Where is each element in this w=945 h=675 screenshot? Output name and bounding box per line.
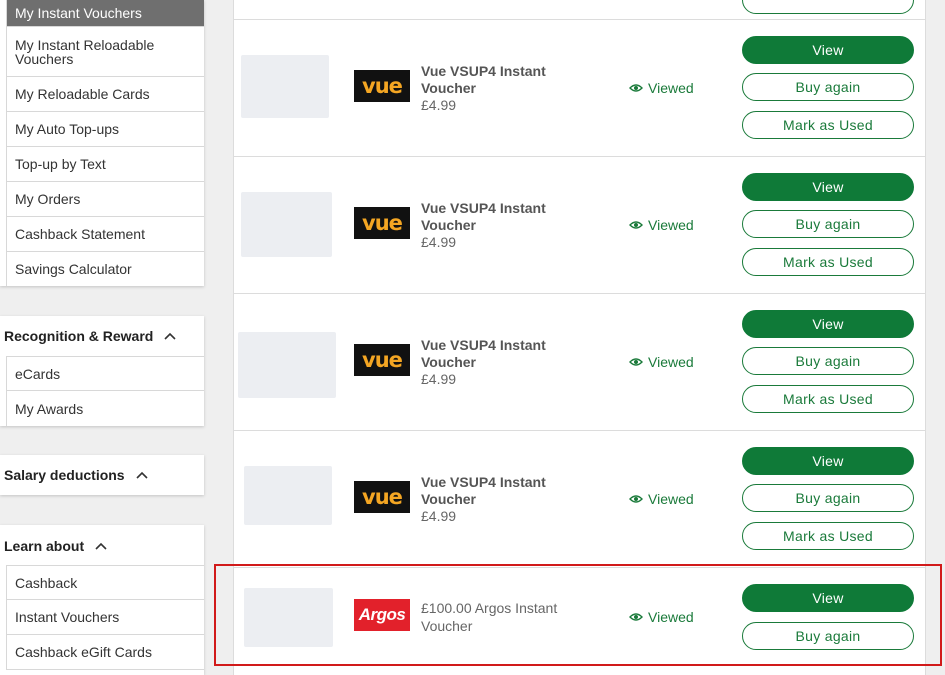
recognition-reward-header[interactable]: Recognition & Reward [4,316,204,356]
sidebar-item-label: Savings Calculator [15,261,132,277]
view-button[interactable]: View [742,447,914,475]
learn-about-header[interactable]: Learn about [4,525,204,567]
mark-used-button[interactable]: Mark as Used [742,111,914,139]
sidebar-item-my-instant-reloadable-vouchers[interactable]: My Instant Reloadable Vouchers [6,27,204,77]
account-menu: My Instant Vouchers My Instant Reloadabl… [0,0,204,286]
voucher-thumbnail [238,332,336,398]
sidebar-item-label: My Instant Vouchers [15,5,142,21]
sidebar-item-my-orders[interactable]: My Orders [6,182,204,217]
sidebar-item-ecards[interactable]: eCards [6,356,204,391]
eye-icon [629,221,643,229]
voucher-row-argos: Argos £100.00 Argos Instant Voucher View… [234,568,925,675]
viewed-status: Viewed [629,609,694,625]
chevron-up-icon [164,332,176,340]
voucher-list: vue Vue VSUP4 Instant Voucher £4.99 View… [233,0,926,675]
salary-deductions-header[interactable]: Salary deductions [4,455,204,495]
voucher-title: Vue VSUP4 Instant Voucher [421,474,546,507]
sidebar-item-my-reloadable-cards[interactable]: My Reloadable Cards [6,77,204,112]
eye-icon [629,495,643,503]
sidebar-item-label: Cashback eGift Cards [15,644,152,660]
buy-again-button[interactable]: Buy again [742,73,914,101]
vue-logo: vue [354,70,410,102]
voucher-thumbnail [241,55,329,118]
buy-again-button[interactable]: Buy again [742,347,914,375]
view-button[interactable]: View [742,310,914,338]
sidebar-item-cashback-egift-cards[interactable]: Cashback eGift Cards [6,635,204,670]
section-title: Learn about [4,538,85,554]
viewed-status: Viewed [629,354,694,370]
voucher-title: Vue VSUP4 Instant Voucher [421,63,546,96]
vue-logo: vue [354,207,410,239]
view-button[interactable]: View [742,173,914,201]
voucher-title: £100.00 Argos Instant Voucher [421,600,558,634]
section-title: Salary deductions [4,467,125,483]
sidebar-item-label: Instant Vouchers [15,609,120,625]
voucher-title: Vue VSUP4 Instant Voucher [421,337,546,370]
sidebar-item-label: My Orders [15,191,81,207]
voucher-price: £4.99 [421,508,457,524]
sidebar-item-cashback[interactable]: Cashback [6,565,204,600]
viewed-status: Viewed [629,491,694,507]
sidebar-item-my-awards[interactable]: My Awards [6,391,204,426]
sidebar-item-my-instant-vouchers[interactable]: My Instant Vouchers [6,0,204,27]
sidebar-item-instant-vouchers[interactable]: Instant Vouchers [6,600,204,635]
mark-used-button[interactable]: Mark as Used [742,385,914,413]
voucher-price: £4.99 [421,97,457,113]
section-title: Recognition & Reward [4,328,154,344]
mark-used-button[interactable]: Mark as Used [742,522,914,550]
viewed-status: Viewed [629,217,694,233]
view-button[interactable]: View [742,36,914,64]
salary-deductions-section: Salary deductions [0,455,204,495]
chevron-up-icon [95,542,107,550]
chevron-up-icon [136,471,148,479]
voucher-thumbnail [244,466,332,525]
voucher-row-partial [234,0,925,20]
vue-logo: vue [354,481,410,513]
sidebar-item-label: My Auto Top-ups [15,121,120,137]
recognition-reward-section: Recognition & Reward eCards My Awards [0,316,204,426]
voucher-thumbnail [244,588,333,647]
sidebar-item-label: Top-up by Text [15,156,106,172]
voucher-title: Vue VSUP4 Instant Voucher [421,200,546,233]
sidebar-item-my-auto-top-ups[interactable]: My Auto Top-ups [6,112,204,147]
voucher-price: £4.99 [421,371,457,387]
voucher-row: vue Vue VSUP4 Instant Voucher £4.99 View… [234,431,925,568]
buy-again-button[interactable]: Buy again [742,622,914,650]
sidebar-item-top-up-by-text[interactable]: Top-up by Text [6,147,204,182]
vue-logo: vue [354,344,410,376]
sidebar-item-label: My Reloadable Cards [15,86,150,102]
sidebar-item-label: Cashback [15,574,78,591]
sidebar-item-label: eCards [15,365,61,382]
voucher-thumbnail [241,192,332,257]
buy-again-button[interactable]: Buy again [742,484,914,512]
learn-about-section: Learn about Cashback Instant Vouchers Ca… [0,525,204,675]
view-button[interactable]: View [742,584,914,612]
mark-used-button[interactable]: Mark as Used [742,248,914,276]
sidebar-item-cashback-statement[interactable]: Cashback Statement [6,217,204,252]
eye-icon [629,358,643,366]
voucher-row: vue Vue VSUP4 Instant Voucher £4.99 View… [234,157,925,294]
mark-used-button[interactable] [742,0,914,14]
eye-icon [629,613,643,621]
viewed-status: Viewed [629,80,694,96]
sidebar-item-label: My Awards [15,400,84,417]
eye-icon [629,84,643,92]
sidebar-item-label: Cashback Statement [15,226,145,242]
voucher-price: £4.99 [421,234,457,250]
argos-logo: Argos [354,599,410,631]
voucher-row: vue Vue VSUP4 Instant Voucher £4.99 View… [234,20,925,157]
sidebar-item-savings-calculator[interactable]: Savings Calculator [6,252,204,286]
voucher-row: vue Vue VSUP4 Instant Voucher £4.99 View… [234,294,925,431]
buy-again-button[interactable]: Buy again [742,210,914,238]
sidebar-item-label: My Instant Reloadable Vouchers [15,36,155,67]
